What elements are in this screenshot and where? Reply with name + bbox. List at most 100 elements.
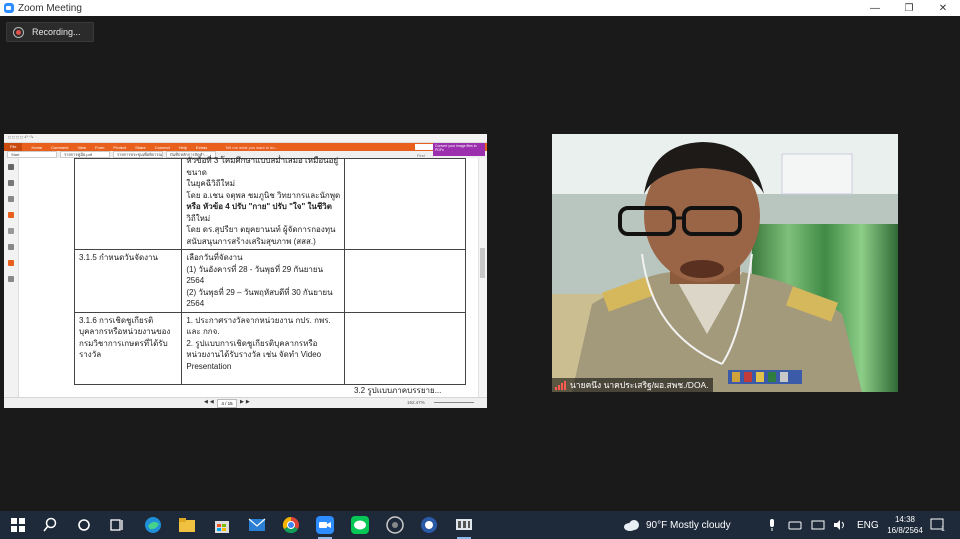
table-cell [344,158,466,250]
doc-tab-start[interactable]: Start [7,151,57,158]
zoom-slider[interactable] [434,402,474,403]
table-cell [344,249,466,313]
participant-name: นายคนึง นาคประเสริฐ/ผอ.สพช./DOA. [570,380,709,390]
cortana-icon [78,519,90,531]
taskbar-app[interactable] [454,515,474,539]
weather-widget[interactable]: 90°F Mostly cloudy [623,511,731,539]
taskbar-store[interactable] [212,515,232,535]
table-cell: 3.1.6 การเชิดชูเกียรติบุคลากรหรือหน่วยงา… [73,311,183,385]
network-icon [811,520,825,530]
clock-time: 14:38 [894,515,916,524]
taskbar-edge[interactable] [143,515,163,535]
recording-indicator[interactable]: Recording... [6,22,94,42]
cloud-icon [624,520,639,531]
cell-line: 2. รูปแบบการเชิดชูเกียรติบุคลากรหรือ [186,338,318,348]
aperture-icon [386,516,404,534]
ribbon-tab-form[interactable]: Form [95,145,104,150]
pdf-statusbar: ◀◀ 4 / 15 ▶▶ 162.47% [4,397,487,408]
taskbar-chrome[interactable] [281,515,301,535]
participant-video[interactable]: นายคนึง นาคประเสริฐ/ผอ.สพช./DOA. [552,134,898,392]
cortana-button[interactable] [74,515,94,535]
zoom-logo-icon [4,3,14,13]
table-cell: หัวข้อที่ 3 โคมศึกษาแบบสม่ำเสมอ เหมือนอย… [181,156,346,250]
doc-tab[interactable]: รายการประชุมเพื่อพิจารณา... [113,151,163,158]
pdf-document-view[interactable]: หัวข้อที่ 3 โคมศึกษาแบบสม่ำเสมอ เหมือนอย… [4,156,487,398]
scrollbar-thumb[interactable] [480,248,485,278]
table-cell [73,158,183,250]
ribbon-tab-comment[interactable]: Comment [51,145,68,150]
ribbon-tab-home[interactable]: Home [31,145,42,150]
pdf-titlebar: □□□□↶↷ [4,134,487,143]
doc-tab[interactable]: รายการคู่มือ.pdf [60,151,110,158]
ribbon-tab-extras[interactable]: Extras [196,145,207,150]
windows-taskbar: 90°F Mostly cloudy ENG 14:38 16/8/2564 1 [0,511,960,539]
attachment-icon[interactable] [8,228,14,234]
zoom-level[interactable]: 162.47% [407,399,425,407]
recording-label: Recording... [32,27,81,37]
page-indicator[interactable]: 4 / 15 [217,399,237,408]
windows-logo-icon [11,518,25,532]
taskbar-file-explorer[interactable] [177,515,197,535]
page-nav-buttons[interactable]: ◀◀ [204,399,216,405]
taskbar-clock[interactable]: 14:38 16/8/2564 [882,514,928,536]
close-button[interactable]: ✕ [926,0,960,16]
page-nav-buttons-next[interactable]: ▶▶ [240,399,252,405]
microphone-tray[interactable] [767,511,777,539]
notification-center[interactable]: 1 [930,511,945,539]
mail-icon [248,518,266,531]
table-cell: 3.1.5 กำหนดวันจัดงาน [73,249,183,313]
taskbar-line[interactable] [350,515,370,535]
line-icon [351,516,369,534]
participant-name-bar: นายคนึง นาคประเสริฐ/ผอ.สพช./DOA. [552,378,713,392]
minimize-button[interactable]: — [858,0,892,16]
document-table: หัวข้อที่ 3 โคมศึกษาแบบสม่ำเสมอ เหมือนอย… [73,156,466,408]
section-caption: 3.2 รูปแบบภาคบรรยาย... [354,386,442,395]
table-row: 3.1.6 การเชิดชูเกียรติบุคลากรหรือหน่วยงา… [73,311,466,385]
ribbon-tab-view[interactable]: View [77,145,86,150]
hand-tool-icon[interactable] [8,164,14,170]
window-title: Zoom Meeting [18,2,82,14]
taskbar-app[interactable] [385,515,405,535]
convert-promo-banner[interactable]: Convert your image files to PDFs [433,143,485,156]
meet-now-icon [788,521,802,530]
store-icon [215,521,229,533]
comment-icon[interactable] [8,212,14,218]
language-indicator[interactable]: ENG [857,511,879,539]
cell-line: วิถีใหม่ [186,213,211,223]
record-icon [13,26,24,38]
cell-line: หัวข้อที่ 3 โคมศึกษาแบบสม่ำเสมอ เหมือนอย… [186,156,339,177]
bookmark-icon[interactable] [8,196,14,202]
signature-icon[interactable] [8,276,14,282]
ribbon-tab-protect[interactable]: Protect [113,145,126,150]
edge-icon [145,517,161,533]
cell-line: โดย อ.เชน จตุพล ชมภูนิช วิทยากรและนักพูด [186,190,341,200]
taskbar-app[interactable] [419,515,439,535]
vertical-scrollbar[interactable] [478,158,487,398]
cell-line: Presentation [186,361,232,371]
select-tool-icon[interactable] [8,180,14,186]
search-button[interactable] [40,515,60,535]
search-icon [43,517,57,532]
taskbar-mail[interactable] [247,515,267,535]
tell-me-box[interactable]: Tell me what you want to do... [225,145,278,150]
network-tray[interactable] [811,511,825,539]
table-cell [344,311,466,385]
ribbon-tab-file[interactable]: File [4,143,23,151]
shared-screen[interactable]: □□□□↶↷ File Home Comment View Form Prote… [4,134,487,408]
layers-icon[interactable] [8,244,14,250]
volume-tray[interactable] [833,511,847,539]
task-view-button[interactable] [107,515,127,535]
security-icon[interactable] [8,260,14,266]
cell-line: และ กกจ. [186,327,220,336]
ribbon-tab-share[interactable]: Share [135,145,146,150]
ribbon-tab-help[interactable]: Help [179,145,187,150]
signal-strength-icon [555,380,567,390]
cell-line: (1) วันอังคารที่ 28 - วันพุธที่ 29 กันยา… [186,264,324,286]
taskbar-zoom[interactable] [315,515,335,539]
restore-button[interactable]: ❐ [892,0,926,16]
start-button[interactable] [8,515,28,535]
notification-count: 1 [941,525,945,533]
battery-tray[interactable] [788,511,802,539]
table-cell: 1. ประกาศรางวัลจากหน่วยงาน กปร. กพร. และ… [181,311,346,385]
ribbon-tab-connect[interactable]: Connect [155,145,170,150]
